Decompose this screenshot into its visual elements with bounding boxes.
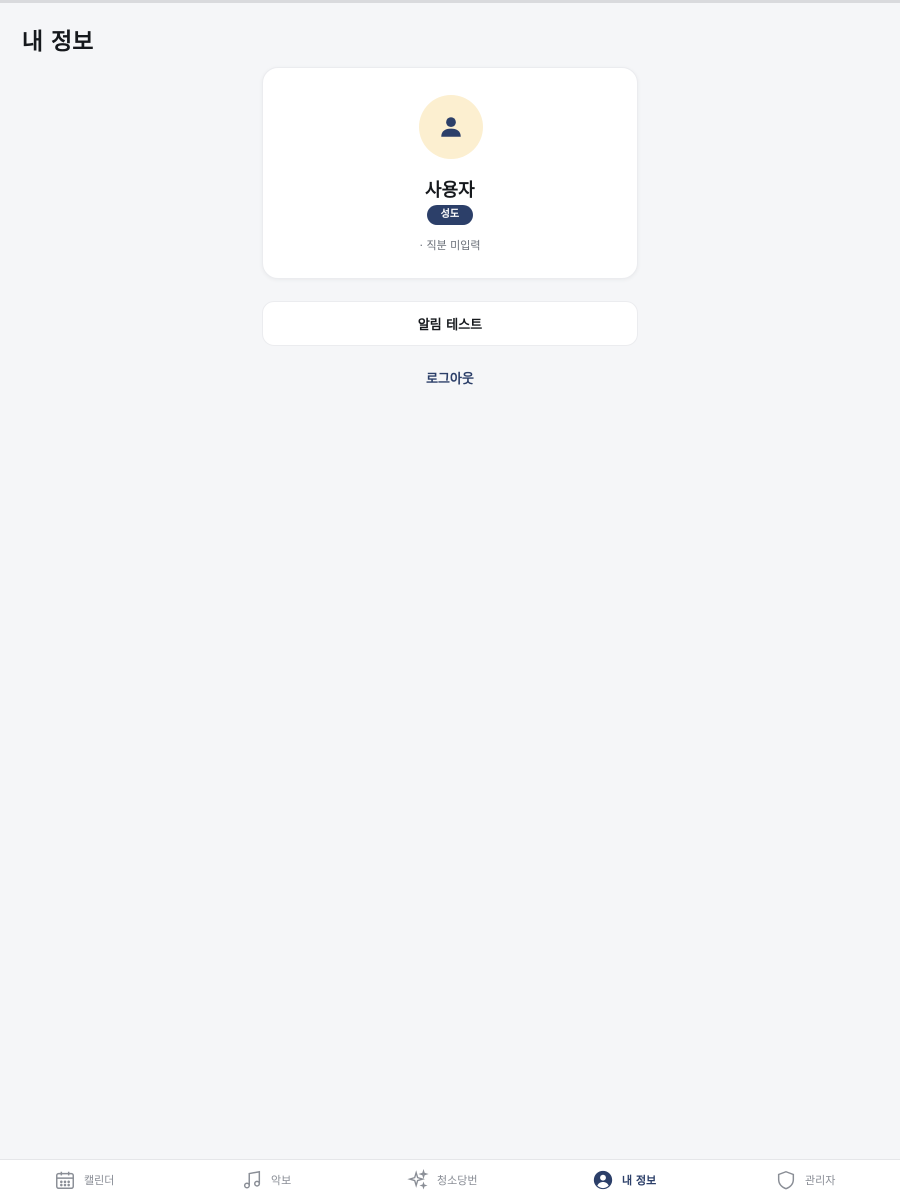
nav-label-score: 악보 — [271, 1174, 292, 1187]
nav-item-cleaning[interactable]: 청소당번 — [407, 1160, 477, 1200]
page-title: 내 정보 — [22, 29, 94, 55]
profile-card: 사용자 성도 · 직분 미입력 — [262, 67, 638, 279]
alarm-test-button[interactable]: 알림 테스트 — [262, 301, 638, 346]
sparkles-icon — [407, 1169, 429, 1191]
user-circle-icon — [592, 1169, 614, 1191]
logout-link[interactable]: 로그아웃 — [0, 368, 900, 387]
music-note-icon — [241, 1169, 263, 1191]
nav-item-calendar[interactable]: 캘린더 — [54, 1160, 114, 1200]
position-text: · 직분 미입력 — [419, 239, 481, 252]
calendar-icon — [54, 1169, 76, 1191]
nav-item-my-info[interactable]: 내 정보 — [592, 1160, 656, 1200]
nav-item-admin[interactable]: 관리자 — [775, 1160, 835, 1200]
nav-item-score[interactable]: 악보 — [241, 1160, 291, 1200]
nav-label-admin: 관리자 — [805, 1174, 836, 1187]
user-icon — [441, 117, 461, 137]
shield-icon — [775, 1169, 797, 1191]
bottom-nav: 캘린더 악보 청소당번 내 정보 관리자 — [0, 1159, 900, 1200]
app-root: 내 정보 사용자 성도 · 직분 미입력 알림 테스트 로그아웃 캘린더 악보 … — [0, 0, 900, 1200]
nav-label-cleaning: 청소당번 — [437, 1174, 478, 1187]
avatar — [419, 95, 483, 159]
role-badge: 성도 — [427, 205, 473, 225]
user-name: 사용자 — [425, 180, 475, 201]
alarm-test-label: 알림 테스트 — [417, 318, 483, 333]
logout-label: 로그아웃 — [426, 372, 474, 387]
nav-label-my-info: 내 정보 — [622, 1174, 657, 1187]
top-divider — [0, 0, 900, 3]
nav-label-calendar: 캘린더 — [84, 1174, 115, 1187]
